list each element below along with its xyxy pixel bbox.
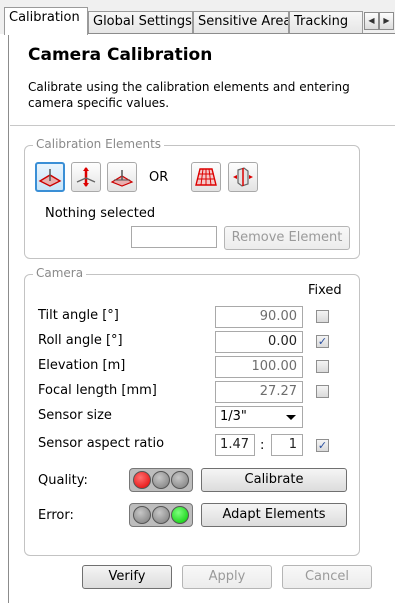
grid-area-button[interactable]	[191, 162, 221, 192]
horizontal-plane-button[interactable]	[35, 162, 65, 192]
selection-status: Nothing selected	[45, 206, 156, 221]
cancel-button[interactable]: Cancel	[282, 565, 372, 589]
vertical-pole-icon	[76, 167, 96, 187]
tilt-angle-fixed-checkbox[interactable]	[316, 310, 329, 323]
horizontal-plane-icon	[38, 169, 62, 187]
error-indicator	[129, 503, 193, 527]
panel-header: Camera Calibration Calibrate using the c…	[10, 35, 395, 126]
vertical-box-button[interactable]	[228, 162, 258, 192]
sensor-aspect-label: Sensor aspect ratio	[38, 436, 165, 451]
tab-global-settings[interactable]: Global Settings	[88, 11, 193, 33]
chevron-down-icon	[286, 415, 296, 420]
angle-plane-button[interactable]	[107, 162, 137, 192]
tab-bar: Calibration Global Settings Sensitive Ar…	[0, 0, 395, 35]
element-value-field[interactable]	[131, 226, 217, 248]
tilt-angle-field[interactable]: 90.00	[215, 306, 303, 328]
error-light-green	[171, 506, 190, 524]
fixed-column-header: Fixed	[308, 283, 342, 298]
calibrate-button[interactable]: Calibrate	[201, 468, 347, 492]
quality-light-grey	[171, 471, 190, 489]
error-label: Error:	[38, 508, 74, 523]
tab-sensitive-area[interactable]: Sensitive Area	[193, 11, 289, 33]
sensor-size-dropdown[interactable]: 1/3"	[215, 406, 303, 428]
calibration-panel: Camera Calibration Calibrate using the c…	[8, 33, 395, 603]
elevation-label: Elevation [m]	[38, 358, 126, 373]
focal-length-fixed-checkbox[interactable]	[316, 385, 329, 398]
error-light-grey	[132, 506, 151, 524]
calibration-elements-label: Calibration Elements	[33, 137, 165, 151]
quality-indicator	[129, 468, 193, 492]
adapt-elements-button[interactable]: Adapt Elements	[201, 503, 347, 527]
roll-angle-label: Roll angle [°]	[38, 333, 123, 348]
sensor-size-label: Sensor size	[38, 408, 112, 423]
tab-scroll-left-icon[interactable]: ◀	[364, 12, 379, 30]
vertical-box-icon	[233, 167, 253, 187]
focal-length-label: Focal length [mm]	[38, 383, 157, 398]
or-label: OR	[149, 170, 169, 185]
tab-tracking[interactable]: Tracking	[289, 11, 363, 33]
camera-group: Camera Fixed Tilt angle [°] 90.00 Roll a…	[24, 266, 360, 556]
angle-plane-icon	[110, 170, 134, 187]
aspect-width-field[interactable]: 1.47	[215, 434, 255, 456]
aspect-separator: :	[260, 438, 265, 453]
quality-light-red	[132, 471, 151, 489]
vertical-pole-button[interactable]	[71, 162, 101, 192]
quality-label: Quality:	[38, 473, 88, 488]
apply-button[interactable]: Apply	[182, 565, 272, 589]
error-light-grey	[151, 506, 170, 524]
page-description: Calibrate using the calibration elements…	[28, 80, 350, 110]
focal-length-field[interactable]: 27.27	[215, 381, 303, 403]
camera-group-label: Camera	[33, 266, 87, 280]
tab-calibration[interactable]: Calibration	[4, 7, 88, 35]
calibration-elements-group: Calibration Elements OR Nothing selected…	[24, 137, 360, 259]
verify-button[interactable]: Verify	[82, 565, 172, 589]
aspect-height-field[interactable]: 1	[271, 434, 303, 456]
elevation-fixed-checkbox[interactable]	[316, 360, 329, 373]
quality-light-grey	[151, 471, 170, 489]
tab-scroll-arrows: ◀ ▶	[364, 12, 394, 30]
tilt-angle-label: Tilt angle [°]	[38, 308, 119, 323]
remove-element-button[interactable]: Remove Element	[224, 226, 350, 250]
tab-scroll-right-icon[interactable]: ▶	[379, 12, 394, 30]
aspect-fixed-checkbox[interactable]: ✓	[316, 439, 329, 452]
roll-angle-field[interactable]: 0.00	[215, 331, 303, 353]
grid-area-icon	[195, 168, 217, 186]
roll-angle-fixed-checkbox[interactable]: ✓	[316, 335, 329, 348]
panel-body: Calibration Elements OR Nothing selected…	[10, 127, 395, 603]
page-title: Camera Calibration	[28, 45, 213, 65]
elevation-field[interactable]: 100.00	[215, 356, 303, 378]
sensor-size-value: 1/3"	[220, 409, 247, 424]
